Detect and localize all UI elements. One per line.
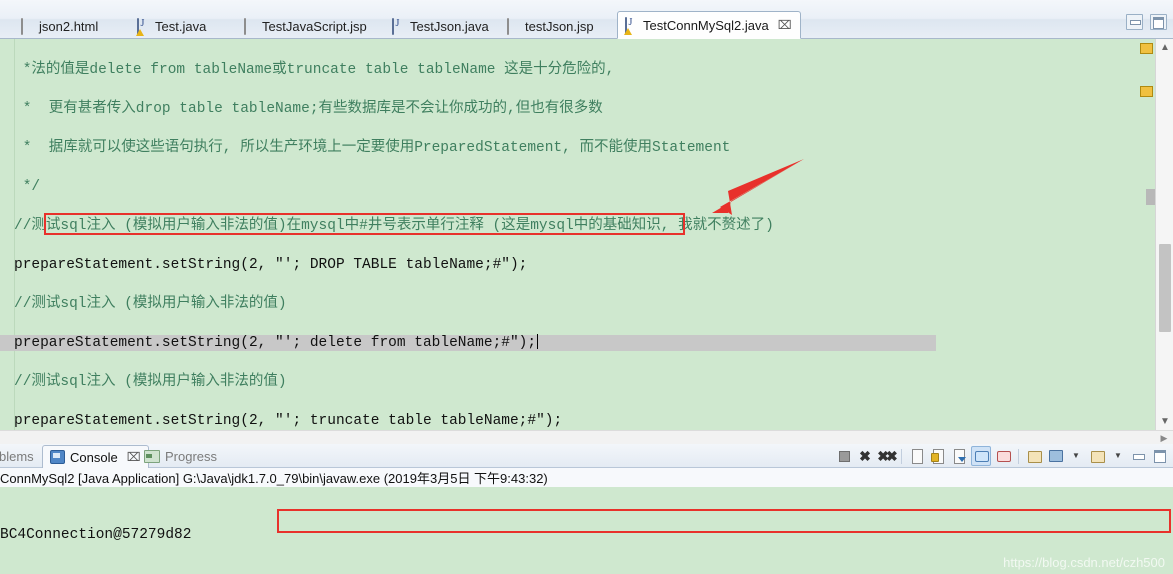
console-toolbar: ✖ ✖✖ ▼ ▼ (835, 446, 1169, 466)
chevron-down-icon[interactable]: ▼ (1109, 447, 1127, 465)
scroll-up-icon[interactable]: ▲ (1156, 39, 1173, 56)
problems-tab-label: blems (0, 449, 34, 464)
editor-window-buttons (1126, 14, 1167, 30)
console-icon (50, 450, 65, 464)
code-line-text: * 据库就可以使这些语句执行, 所以生产环境上一定要使用PreparedStat… (14, 139, 731, 156)
remove-launch-icon[interactable]: ✖ (856, 447, 874, 465)
toolbar-separator (1018, 448, 1019, 464)
editor-tab-label: TestJavaScript.jsp (262, 18, 367, 34)
code-line-text: //测试sql注入 (模拟用户输入非法的值) (14, 295, 287, 312)
view-tab-progress[interactable]: Progress (137, 446, 224, 467)
pin-console-icon[interactable] (1025, 447, 1043, 465)
warning-marker-icon[interactable] (1140, 43, 1153, 54)
console-tab-bar: blems Console ⌧ Progress ✖ ✖✖ ▼ ▼ (0, 444, 1173, 468)
code-line-text: //测试sql注入 (模拟用户输入非法的值) (14, 373, 287, 390)
code-line-text: * 更有甚者传入drop table tableName;有些数据库是不会让你成… (14, 100, 603, 117)
code-line: * 更有甚者传入drop table tableName;有些数据库是不会让你成… (14, 100, 1141, 120)
toolbar-separator (901, 448, 902, 464)
jsp-file-icon (244, 17, 257, 35)
code-line-text: //测试sql注入 (模拟用户输入非法的值)在mysql中#井号表示单行注释 (… (14, 217, 774, 234)
code-line-highlighted: prepareStatement.setString(2, "'; delete… (14, 333, 1141, 354)
code-line: //测试sql注入 (模拟用户输入非法的值) (14, 373, 1141, 393)
progress-icon (144, 450, 160, 463)
editor-tab-testjson-java[interactable]: TestJson.java (385, 13, 497, 39)
editor-tab-test-java[interactable]: Test.java (130, 13, 214, 39)
minimize-icon[interactable] (1130, 447, 1148, 465)
editor-tab-json2-html[interactable]: json2.html (14, 13, 106, 39)
editor-tab-label: testJson.jsp (525, 18, 594, 34)
scroll-down-icon[interactable]: ▼ (1156, 413, 1173, 430)
remove-all-terminated-icon[interactable]: ✖✖ (877, 447, 897, 465)
console-output[interactable]: BC4Connection@57279d82 PreparedStatement… (0, 487, 1173, 574)
console-launch-header: ConnMySql2 [Java Application] G:\Java\jd… (0, 468, 1173, 487)
open-console-icon[interactable] (1088, 447, 1106, 465)
minimize-icon[interactable] (1126, 14, 1143, 30)
java-file-warning-icon (137, 17, 150, 35)
jsp-file-icon (507, 17, 520, 35)
code-line-text: */ (14, 178, 41, 195)
editor-tab-bar: json2.html Test.java TestJavaScript.jsp … (0, 0, 1173, 39)
html-file-icon (21, 17, 34, 35)
code-line: //测试sql注入 (模拟用户输入非法的值) (14, 295, 1141, 315)
text-caret (537, 333, 539, 349)
progress-tab-label: Progress (165, 449, 218, 464)
chevron-down-icon[interactable]: ▼ (1067, 447, 1085, 465)
clear-console-icon[interactable] (908, 447, 926, 465)
code-line: */ (14, 178, 1141, 198)
code-line-text: prepareStatement.setString(2, "'; delete… (14, 334, 537, 351)
scroll-right-icon[interactable]: ▶ (1157, 431, 1171, 445)
console-line: BC4Connection@57279d82 (0, 526, 1173, 546)
editor-horizontal-scrollbar[interactable]: ▶ (0, 430, 1173, 444)
editor-tab-label: json2.html (39, 18, 99, 34)
code-line: *法的值是delete from tableName或truncate tabl… (14, 61, 1141, 81)
code-text[interactable]: *法的值是delete from tableName或truncate tabl… (14, 41, 1141, 430)
terminate-icon[interactable] (835, 447, 853, 465)
editor-tab-testjavascript-jsp[interactable]: TestJavaScript.jsp (237, 13, 375, 39)
console-panel: blems Console ⌧ Progress ✖ ✖✖ ▼ ▼ ConnMy… (0, 444, 1173, 574)
lock-scroll-icon[interactable] (929, 447, 947, 465)
editor-tab-label: TestJson.java (410, 18, 489, 34)
editor-left-ruler[interactable] (0, 39, 15, 430)
java-file-warning-icon (625, 16, 638, 34)
editor-tab-testconnmysql2-java[interactable]: TestConnMySql2.java ⌧ (617, 11, 801, 39)
scrollbar-thumb[interactable] (1159, 244, 1171, 332)
view-tab-problems[interactable]: blems (0, 446, 41, 467)
show-console-on-stderr-icon[interactable] (994, 447, 1012, 465)
editor-tab-label: TestConnMySql2.java (643, 17, 769, 33)
editor-tab-testjson-jsp[interactable]: testJson.jsp (500, 13, 602, 39)
maximize-icon[interactable] (1151, 447, 1169, 465)
editor-vertical-scrollbar[interactable]: ▲ ▼ (1155, 39, 1173, 430)
occurrence-marker (1146, 189, 1155, 205)
code-editor[interactable]: *法的值是delete from tableName或truncate tabl… (0, 39, 1173, 430)
console-line-text: BC4Connection@57279d82 (0, 527, 192, 543)
view-tab-console[interactable]: Console ⌧ (42, 445, 149, 468)
code-line-text: prepareStatement.setString(2, "'; DROP T… (14, 256, 528, 273)
code-line: //测试sql注入 (模拟用户输入非法的值)在mysql中#井号表示单行注释 (… (14, 217, 1141, 237)
code-line: prepareStatement.setString(2, "'; DROP T… (14, 256, 1141, 276)
code-line: * 据库就可以使这些语句执行, 所以生产环境上一定要使用PreparedStat… (14, 139, 1141, 159)
code-line-text: *法的值是delete from tableName或truncate tabl… (14, 61, 615, 78)
console-tab-label: Console (70, 449, 118, 465)
editor-tab-label: Test.java (155, 18, 207, 34)
maximize-icon[interactable] (1150, 14, 1167, 30)
close-icon[interactable]: ⌧ (778, 19, 792, 31)
java-file-icon (392, 17, 405, 35)
display-selected-console-icon[interactable] (1046, 447, 1064, 465)
eclipse-ide-window: json2.html Test.java TestJavaScript.jsp … (0, 0, 1173, 574)
code-line-text: prepareStatement.setString(2, "'; trunca… (14, 412, 563, 429)
scroll-lock-icon[interactable] (950, 447, 968, 465)
show-console-on-stdout-icon[interactable] (971, 446, 991, 466)
code-line: prepareStatement.setString(2, "'; trunca… (14, 412, 1141, 431)
warning-marker-icon[interactable] (1140, 86, 1153, 97)
